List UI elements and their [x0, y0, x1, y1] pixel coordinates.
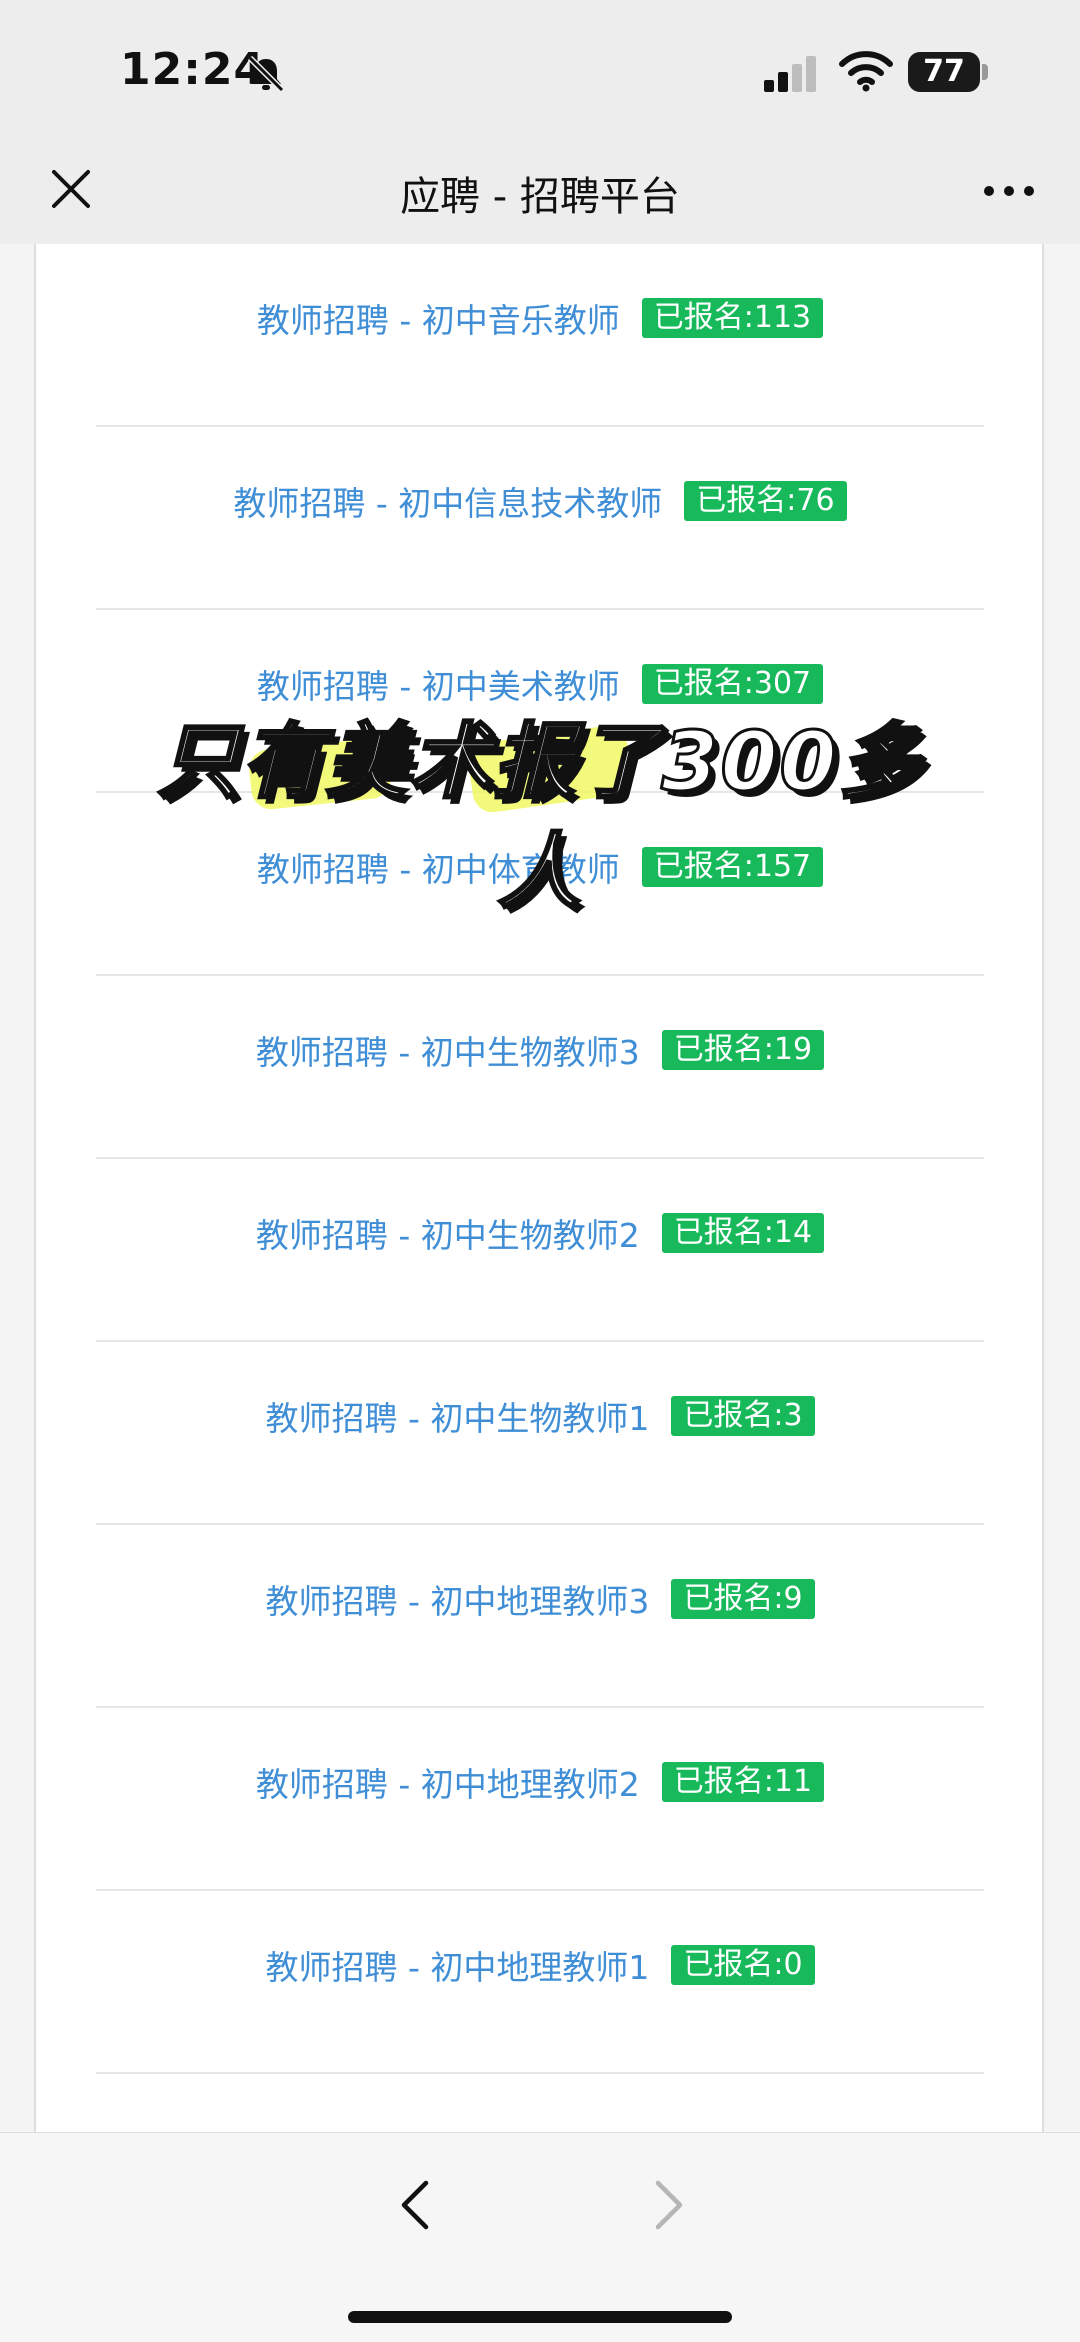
job-row-content: 教师招聘 - 初中信息技术教师 已报名:76 [233, 477, 847, 525]
battery-icon: 77 [908, 52, 980, 92]
job-row[interactable]: 教师招聘 - 初中地理教师3 已报名:9 [96, 1525, 984, 1708]
overlay-caption: 只有美术报了300多人 [156, 714, 923, 922]
job-title-link[interactable]: 教师招聘 - 初中音乐教师 [257, 294, 620, 342]
registration-count-badge: 已报名:14 [661, 1213, 825, 1253]
chevron-left-icon[interactable] [392, 2175, 436, 2235]
job-title-link[interactable]: 教师招聘 - 初中生物教师3 [256, 1026, 640, 1074]
signal-icon [764, 56, 816, 92]
job-title-link[interactable]: 教师招聘 - 初中美术教师 [257, 660, 620, 708]
job-title-link[interactable]: 教师招聘 - 初中生物教师1 [265, 1392, 649, 1440]
job-row-content: 教师招聘 - 初中音乐教师 已报名:113 [257, 294, 824, 342]
content-area[interactable]: 教师招聘 - 初中音乐教师 已报名:113 教师招聘 - 初中信息技术教师 已报名:7… [0, 244, 1080, 2132]
battery-cap [982, 64, 988, 80]
wifi-icon [839, 51, 893, 92]
status-bar: 12:24 77 [0, 0, 1080, 140]
job-title-link[interactable]: 教师招聘 - 初中地理教师1 [265, 1941, 649, 1989]
job-row-content: 教师招聘 - 初中生物教师3 已报名:19 [256, 1026, 825, 1074]
bell-off-icon [247, 55, 285, 93]
job-row[interactable]: 教师招聘 - 初中地理教师2 已报名:11 [96, 1708, 984, 1891]
page-title: 应聘 - 招聘平台 [400, 174, 680, 220]
job-list: 教师招聘 - 初中音乐教师 已报名:113 教师招聘 - 初中信息技术教师 已报名:7… [96, 244, 984, 2074]
job-row[interactable]: 教师招聘 - 初中信息技术教师 已报名:76 [96, 427, 984, 610]
status-time: 12:24 [120, 44, 266, 95]
registration-count-badge: 已报名:9 [671, 1579, 815, 1619]
job-title-link[interactable]: 教师招聘 - 初中生物教师2 [256, 1209, 640, 1257]
job-title-link[interactable]: 教师招聘 - 初中地理教师3 [265, 1575, 649, 1623]
job-title-link[interactable]: 教师招聘 - 初中信息技术教师 [233, 477, 662, 525]
job-row[interactable]: 教师招聘 - 初中地理教师1 已报名:0 [96, 1891, 984, 2074]
registration-count-badge: 已报名:3 [671, 1396, 815, 1436]
job-row-content: 教师招聘 - 初中地理教师2 已报名:11 [256, 1758, 825, 1806]
job-title-link[interactable]: 教师招聘 - 初中地理教师2 [256, 1758, 640, 1806]
registration-count-badge: 已报名:307 [641, 664, 824, 704]
job-row-content: 教师招聘 - 初中生物教师2 已报名:14 [256, 1209, 825, 1257]
registration-count-badge: 已报名:11 [661, 1762, 825, 1802]
more-icon[interactable] [982, 184, 1036, 198]
job-row[interactable]: 教师招聘 - 初中生物教师2 已报名:14 [96, 1159, 984, 1342]
bottom-bar [0, 2132, 1080, 2342]
job-row[interactable]: 教师招聘 - 初中生物教师3 已报名:19 [96, 976, 984, 1159]
home-indicator [348, 2311, 732, 2323]
registration-count-badge: 已报名:113 [641, 298, 824, 338]
job-row-content: 教师招聘 - 初中美术教师 已报名:307 [257, 660, 824, 708]
job-row-content: 教师招聘 - 初中生物教师1 已报名:3 [265, 1392, 815, 1440]
chevron-right-icon[interactable] [648, 2175, 692, 2235]
job-row[interactable]: 教师招聘 - 初中生物教师1 已报名:3 [96, 1342, 984, 1525]
job-row-content: 教师招聘 - 初中地理教师3 已报名:9 [265, 1575, 815, 1623]
job-row[interactable]: 教师招聘 - 初中音乐教师 已报名:113 [96, 244, 984, 427]
job-row-content: 教师招聘 - 初中地理教师1 已报名:0 [265, 1941, 815, 1989]
registration-count-badge: 已报名:0 [671, 1945, 815, 1985]
registration-count-badge: 已报名:76 [684, 481, 847, 521]
battery-level: 77 [923, 54, 965, 89]
registration-count-badge: 已报名:19 [661, 1030, 825, 1070]
job-list-card: 教师招聘 - 初中音乐教师 已报名:113 教师招聘 - 初中信息技术教师 已报名:7… [34, 244, 1044, 2132]
nav-bar: 应聘 - 招聘平台 [0, 140, 1080, 244]
